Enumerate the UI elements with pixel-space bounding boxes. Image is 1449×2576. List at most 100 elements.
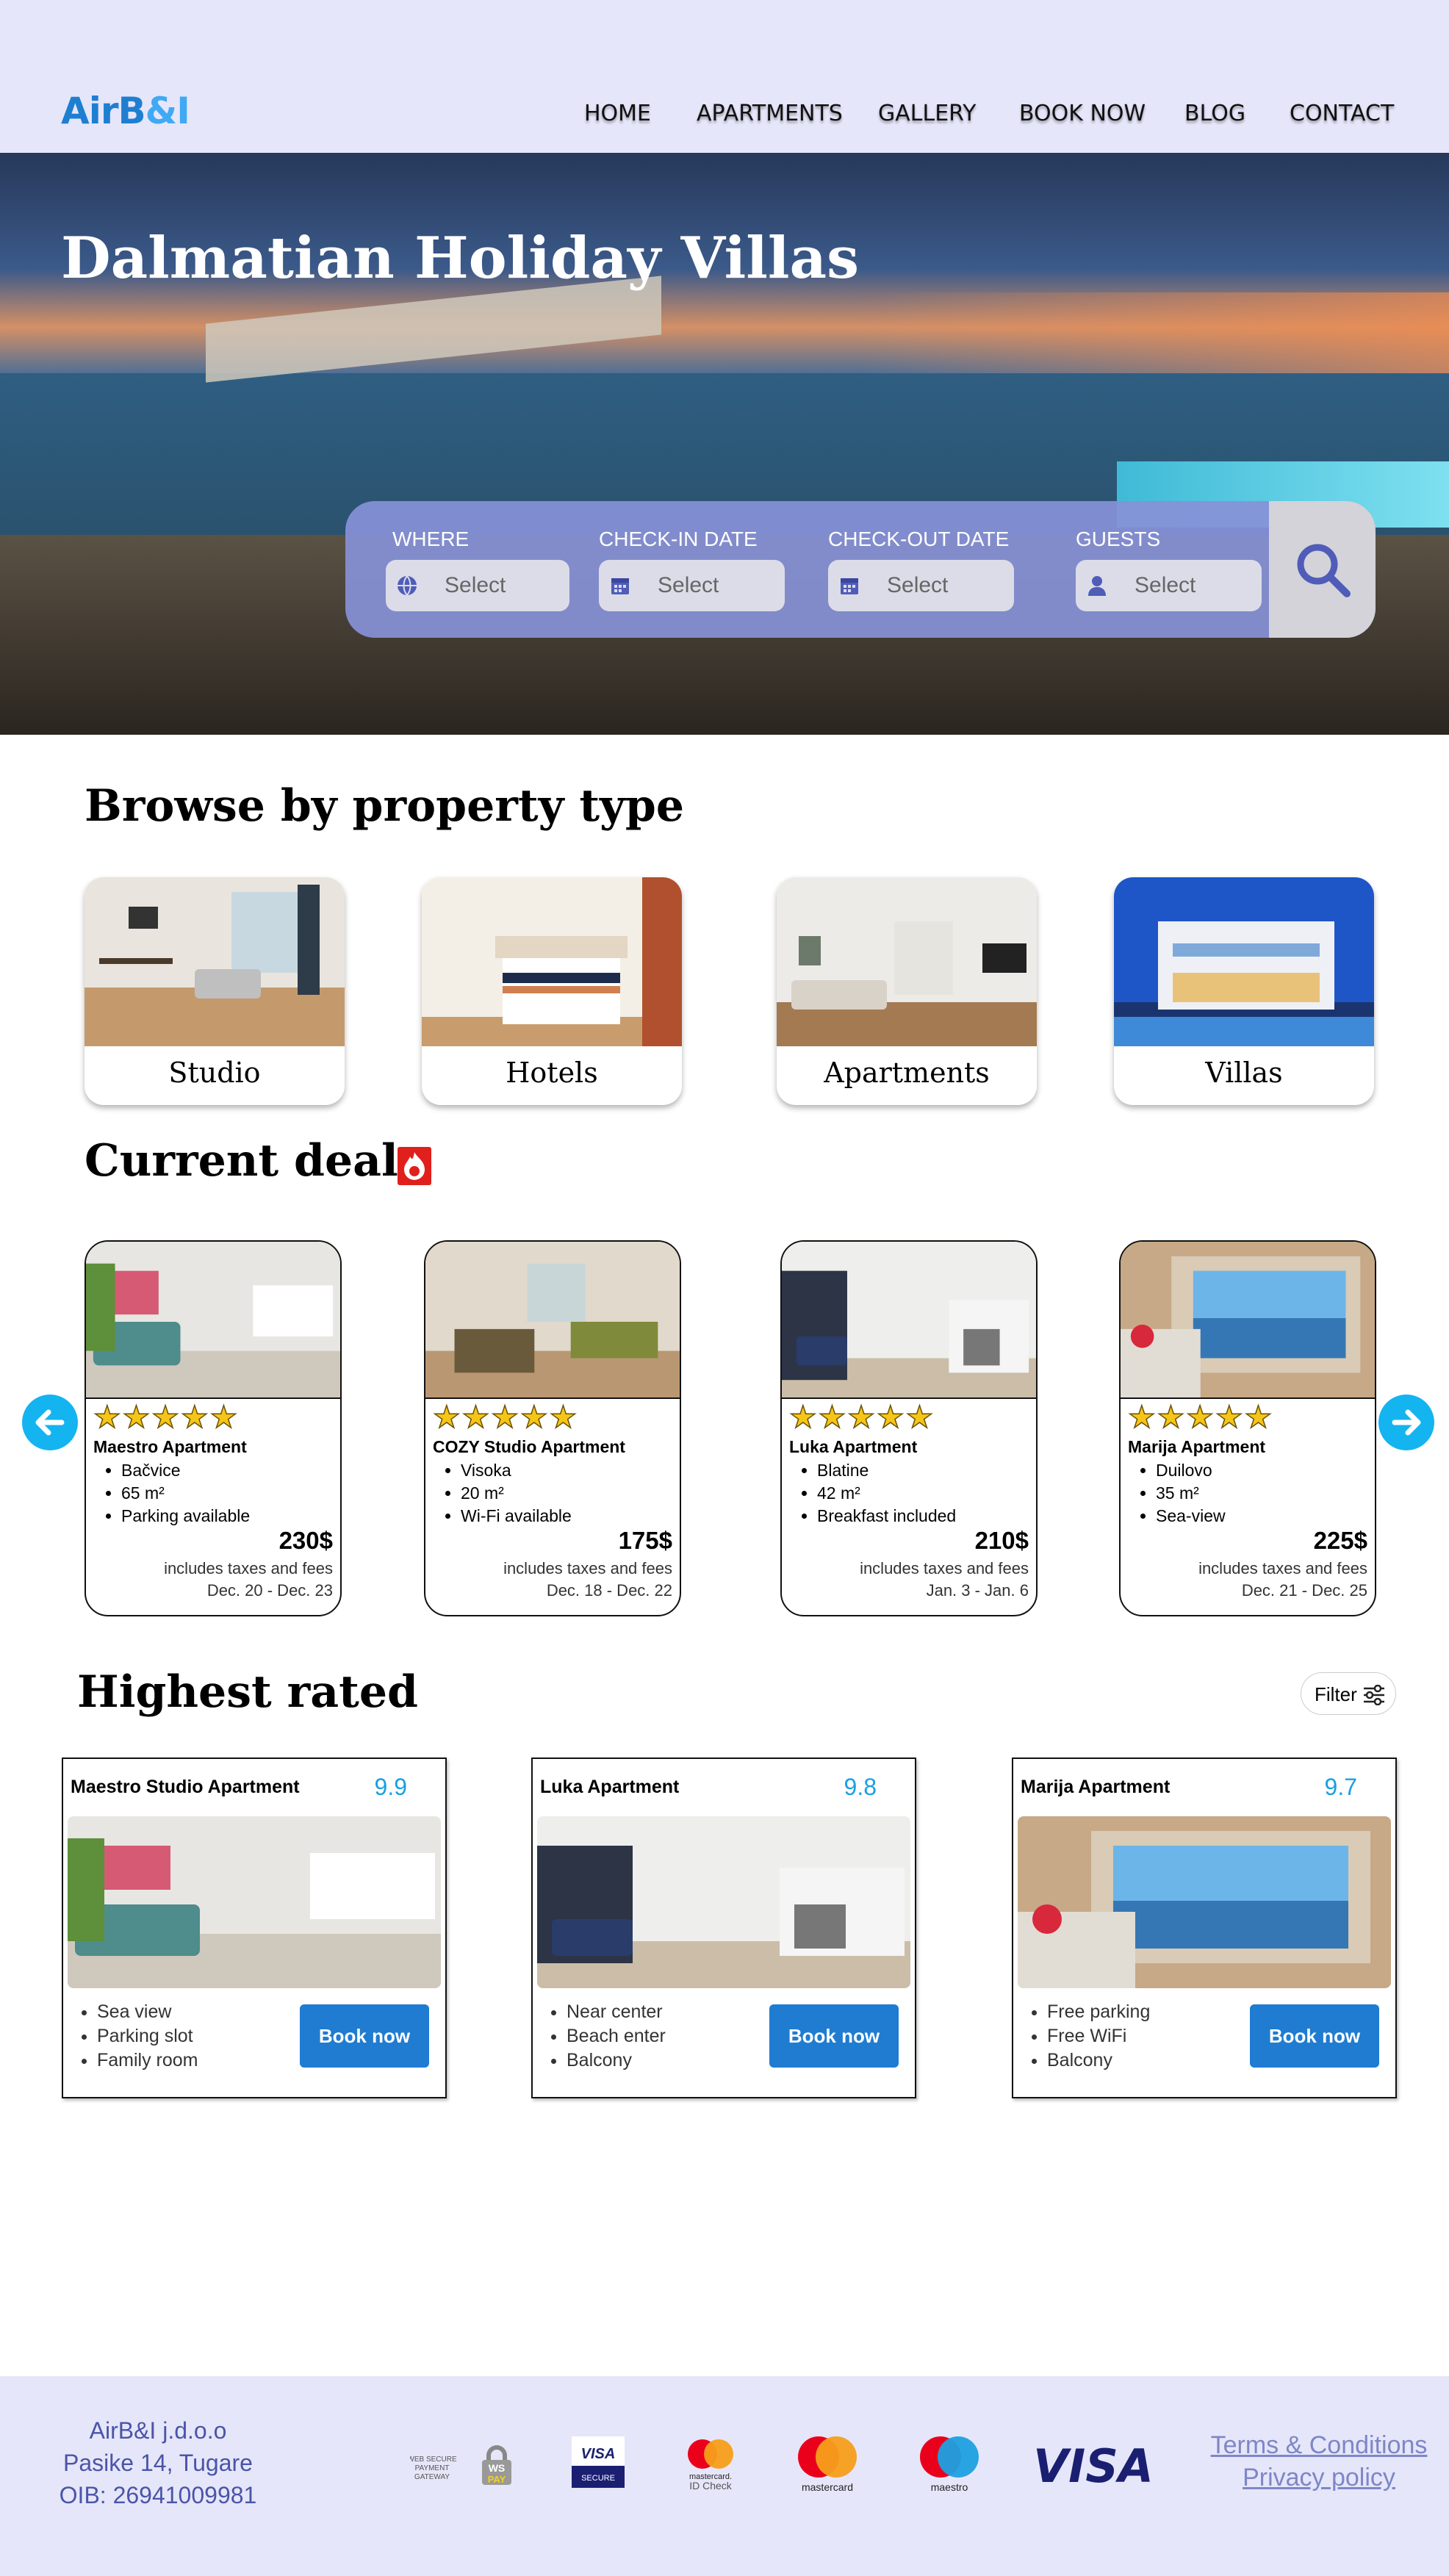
- search-bar: WHERE Select CHECK-IN DATE Select CHECK-…: [345, 501, 1376, 638]
- nav-contact[interactable]: CONTACT: [1290, 101, 1394, 126]
- deal-feature: Visoka: [461, 1459, 572, 1482]
- nav-gallery[interactable]: GALLERY: [878, 101, 976, 126]
- user-icon: [1088, 576, 1106, 596]
- deal-name: Marija Apartment: [1128, 1437, 1266, 1456]
- site-footer: AirB&I j.d.o.o Pasike 14, Tugare OIB: 26…: [0, 2376, 1449, 2576]
- deal-features: Duilovo 35 m² Sea-view: [1156, 1459, 1226, 1528]
- deal-feature: 35 m²: [1156, 1482, 1226, 1505]
- deal-feature: Bačvice: [121, 1459, 250, 1482]
- arrow-left-icon: [35, 1409, 65, 1436]
- rated-photo: [1018, 1816, 1391, 1988]
- deal-feature: Wi-Fi available: [461, 1505, 572, 1528]
- where-select[interactable]: Select: [386, 560, 569, 611]
- deal-dates: Jan. 3 - Jan. 6: [926, 1581, 1029, 1600]
- deal-photo: [86, 1242, 340, 1399]
- hero-sunshade: [206, 276, 661, 383]
- checkout-select[interactable]: Select: [828, 560, 1014, 611]
- rated-features: Free parking Free WiFi Balcony: [1047, 2000, 1150, 2073]
- deal-photo: [1121, 1242, 1375, 1399]
- deal-card[interactable]: ★★★★★ Luka Apartment Blatine 42 m² Break…: [780, 1240, 1038, 1616]
- rated-card[interactable]: Maestro Studio Apartment 9.9 Sea view Pa…: [62, 1757, 447, 2098]
- deal-feature: Sea-view: [1156, 1505, 1226, 1528]
- property-type-label: Apartments: [824, 1057, 990, 1089]
- rated-name: Luka Apartment: [540, 1777, 680, 1797]
- property-type-label: Villas: [1205, 1057, 1283, 1089]
- filter-button[interactable]: Filter: [1301, 1672, 1396, 1715]
- search-button[interactable]: [1269, 501, 1376, 638]
- guests-select[interactable]: Select: [1076, 560, 1262, 611]
- deal-price: 175$: [618, 1527, 672, 1554]
- rated-card[interactable]: Luka Apartment 9.8 Near center Beach ent…: [531, 1757, 916, 2098]
- rated-photo: [68, 1816, 441, 1988]
- svg-text:ID Check: ID Check: [689, 2480, 733, 2492]
- rating-stars: ★★★★★: [788, 1400, 935, 1434]
- deal-price: 225$: [1313, 1527, 1367, 1554]
- deal-dates: Dec. 21 - Dec. 25: [1241, 1581, 1367, 1600]
- rated-feature: Free parking: [1047, 2000, 1150, 2024]
- rated-feature: Family room: [97, 2048, 198, 2073]
- hero-banner: Dalmatian Holiday Villas WHERE Select CH…: [0, 153, 1449, 735]
- studio-photo: [85, 877, 345, 1046]
- deal-fees: includes taxes and fees: [1198, 1559, 1367, 1577]
- rated-feature: Balcony: [1047, 2048, 1150, 2073]
- villa-photo: [1114, 877, 1374, 1046]
- where-label: WHERE: [392, 528, 470, 550]
- deal-name: COZY Studio Apartment: [433, 1437, 625, 1456]
- svg-text:VISA: VISA: [1035, 2439, 1152, 2491]
- property-type-apartments[interactable]: Apartments: [777, 877, 1037, 1105]
- deal-card[interactable]: ★★★★★ Maestro Apartment Bačvice 65 m² Pa…: [85, 1240, 342, 1616]
- hero-title: Dalmatian Holiday Villas: [61, 225, 859, 292]
- carousel-prev-button[interactable]: [22, 1395, 78, 1450]
- filter-label: Filter: [1315, 1683, 1357, 1705]
- nav-book-now[interactable]: BOOK NOW: [1019, 101, 1146, 126]
- rated-feature: Near center: [567, 2000, 666, 2024]
- book-now-button[interactable]: Book now: [769, 2004, 899, 2068]
- rated-feature: Beach enter: [567, 2024, 666, 2048]
- svg-text:WEB SECURE: WEB SECURE: [410, 2456, 457, 2464]
- rated-card[interactable]: Marija Apartment 9.7 Free parking Free W…: [1012, 1757, 1397, 2098]
- deal-feature: 65 m²: [121, 1482, 250, 1505]
- deal-dates: Dec. 18 - Dec. 22: [546, 1581, 672, 1600]
- mastercard-logo: mastercard: [798, 2436, 857, 2493]
- browse-title: Browse by property type: [85, 780, 685, 832]
- site-logo[interactable]: AirB&I: [61, 90, 190, 132]
- terms-link[interactable]: Terms & Conditions: [1205, 2429, 1433, 2461]
- property-type-label: Hotels: [506, 1057, 598, 1089]
- checkin-select[interactable]: Select: [599, 560, 785, 611]
- deal-price: 210$: [974, 1527, 1029, 1554]
- book-now-button[interactable]: Book now: [1250, 2004, 1379, 2068]
- rated-features: Sea view Parking slot Family room: [97, 2000, 198, 2073]
- property-type-hotels[interactable]: Hotels: [422, 877, 682, 1105]
- deal-name: Luka Apartment: [789, 1437, 918, 1456]
- fire-icon: [398, 1147, 431, 1185]
- property-type-label: Studio: [168, 1057, 261, 1089]
- property-type-villas[interactable]: Villas: [1114, 877, 1374, 1105]
- visa-secure-logo: VISA SECURE: [572, 2436, 625, 2488]
- rated-score: 9.9: [374, 1774, 407, 1800]
- deal-card[interactable]: ★★★★★ Marija Apartment Duilovo 35 m² Sea…: [1119, 1240, 1376, 1616]
- rated-title: Highest rated: [77, 1666, 418, 1718]
- svg-text:mastercard: mastercard: [802, 2481, 853, 2493]
- svg-text:PAY: PAY: [488, 2474, 506, 2485]
- deal-fees: includes taxes and fees: [860, 1559, 1029, 1577]
- property-type-studio[interactable]: Studio: [85, 877, 345, 1105]
- svg-text:VISA: VISA: [581, 2446, 616, 2462]
- deal-features: Visoka 20 m² Wi-Fi available: [461, 1459, 572, 1528]
- deal-card[interactable]: ★★★★★ COZY Studio Apartment Visoka 20 m²…: [424, 1240, 681, 1616]
- book-now-button[interactable]: Book now: [300, 2004, 429, 2068]
- deal-feature: 20 m²: [461, 1482, 572, 1505]
- deal-feature: Duilovo: [1156, 1459, 1226, 1482]
- nav-home[interactable]: HOME: [584, 101, 651, 126]
- nav-apartments[interactable]: APARTMENTS: [697, 101, 843, 126]
- nav-blog[interactable]: BLOG: [1184, 101, 1245, 126]
- privacy-link[interactable]: Privacy policy: [1205, 2461, 1433, 2494]
- maestro-logo: maestro: [920, 2436, 979, 2493]
- rating-stars: ★★★★★: [93, 1400, 240, 1434]
- deal-photo: [425, 1242, 680, 1399]
- apartment-photo: [777, 877, 1037, 1046]
- site-header: AirB&I HOME APARTMENTS GALLERY BOOK NOW …: [0, 0, 1449, 153]
- carousel-next-button[interactable]: [1378, 1395, 1434, 1450]
- checkin-label: CHECK-IN DATE: [599, 528, 758, 550]
- svg-text:maestro: maestro: [931, 2481, 968, 2493]
- deal-dates: Dec. 20 - Dec. 23: [206, 1581, 333, 1600]
